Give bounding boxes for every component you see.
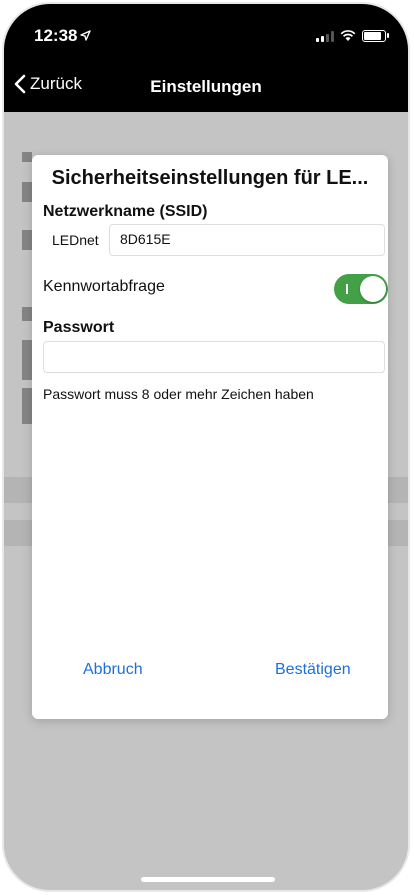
password-input[interactable] [43, 341, 385, 373]
location-arrow-icon [80, 30, 91, 41]
wifi-icon [340, 30, 356, 41]
status-time: 12:38 [34, 26, 78, 45]
password-prompt-toggle[interactable] [334, 274, 388, 304]
page-title: Einstellungen [150, 77, 262, 96]
phone-screen: 12:38 Zurück Einstellungen Sicherheitsei… [4, 4, 408, 890]
home-indicator[interactable] [141, 877, 275, 882]
confirm-button[interactable]: Bestätigen [275, 661, 351, 679]
ssid-input[interactable]: 8D615E [109, 224, 385, 256]
ssid-prefix: LEDnet [52, 232, 99, 248]
status-bar: 12:38 [4, 4, 408, 66]
ssid-value: 8D615E [120, 231, 171, 247]
toggle-knob [360, 276, 386, 302]
ssid-label: Netzwerkname (SSID) [43, 203, 208, 220]
security-settings-dialog: Sicherheitseinstellungen für LE... Netzw… [32, 155, 388, 719]
password-hint: Passwort muss 8 oder mehr Zeichen haben [43, 386, 314, 402]
dialog-title: Sicherheitseinstellungen für LE... [51, 167, 369, 189]
cancel-button[interactable]: Abbruch [83, 661, 143, 679]
battery-icon [362, 30, 389, 42]
ssid-row: LEDnet 8D615E [43, 224, 385, 256]
status-icons [316, 30, 389, 42]
password-label: Passwort [43, 319, 115, 336]
navigation-bar: Zurück Einstellungen [4, 66, 408, 112]
password-prompt-label: Kennwortabfrage [43, 278, 165, 295]
cellular-signal-icon [316, 30, 334, 42]
